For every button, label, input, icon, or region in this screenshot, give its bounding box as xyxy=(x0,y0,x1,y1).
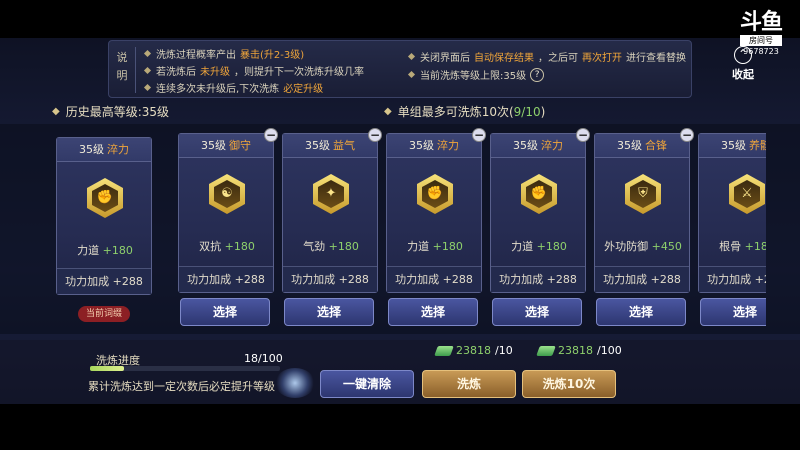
progress-fill xyxy=(90,366,125,371)
cost-ten: 23818/100 xyxy=(536,344,622,357)
fist-icon: ✊ xyxy=(521,174,557,214)
remove-icon[interactable]: − xyxy=(576,128,590,142)
remove-icon[interactable]: − xyxy=(368,128,382,142)
progress-bar xyxy=(90,366,280,371)
refine-ten-button[interactable]: 洗炼10次 xyxy=(522,370,616,398)
cost-single: 23818/10 xyxy=(434,344,513,357)
glow-orb xyxy=(275,368,315,398)
candidate-card[interactable]: 35级 合锋 ⛨ 外功防御 +450 功力加成 +288− xyxy=(594,128,694,293)
game-screen: 说明 洗炼过程概率产出 暴击(升2-3级) 若洗炼后 未升级 ，则提升下一次洗炼升级几… xyxy=(0,0,800,450)
select-button[interactable]: 选择 xyxy=(284,298,374,326)
energy-icon: ✦ xyxy=(313,174,349,214)
jade-icon xyxy=(536,345,556,356)
shield-icon: ⛨ xyxy=(625,174,661,214)
bottom-letterbox xyxy=(0,404,800,450)
remove-icon[interactable]: − xyxy=(472,128,486,142)
swirl-icon: ☯ xyxy=(209,174,245,214)
clear-all-button[interactable]: 一键清除 xyxy=(320,370,414,398)
candidate-card[interactable]: 35级 御守 ☯ 双抗 +180 功力加成 +288− xyxy=(178,128,278,293)
candidate-cards: 35级 御守 ☯ 双抗 +180 功力加成 +288− 选择 35级 益气 ✦ 气劲 +180 功力… xyxy=(0,0,766,340)
jade-icon xyxy=(434,345,454,356)
progress-count: 18/100 xyxy=(244,352,283,365)
remove-icon[interactable]: − xyxy=(680,128,694,142)
candidate-card[interactable]: 35级 益气 ✦ 气劲 +180 功力加成 +288− xyxy=(282,128,382,293)
progress-tip: 累计洗炼达到一定次数后必定提升等级 xyxy=(88,380,275,393)
select-button[interactable]: 选择 xyxy=(596,298,686,326)
remove-icon[interactable]: − xyxy=(264,128,278,142)
candidate-card[interactable]: 35级 淬力 ✊ 力道 +180 功力加成 +288− xyxy=(386,128,486,293)
refine-button[interactable]: 洗炼 xyxy=(422,370,516,398)
candidate-card[interactable]: 35级 淬力 ✊ 力道 +180 功力加成 +288− xyxy=(490,128,590,293)
select-button[interactable]: 选择 xyxy=(700,298,766,326)
fist-icon: ✊ xyxy=(417,174,453,214)
candidate-card[interactable]: 35级养骸⚔根骨 +180功力加成 +288− xyxy=(698,133,766,293)
select-button[interactable]: 选择 xyxy=(388,298,478,326)
select-button[interactable]: 选择 xyxy=(492,298,582,326)
bone-icon: ⚔ xyxy=(729,174,765,214)
select-button[interactable]: 选择 xyxy=(180,298,270,326)
